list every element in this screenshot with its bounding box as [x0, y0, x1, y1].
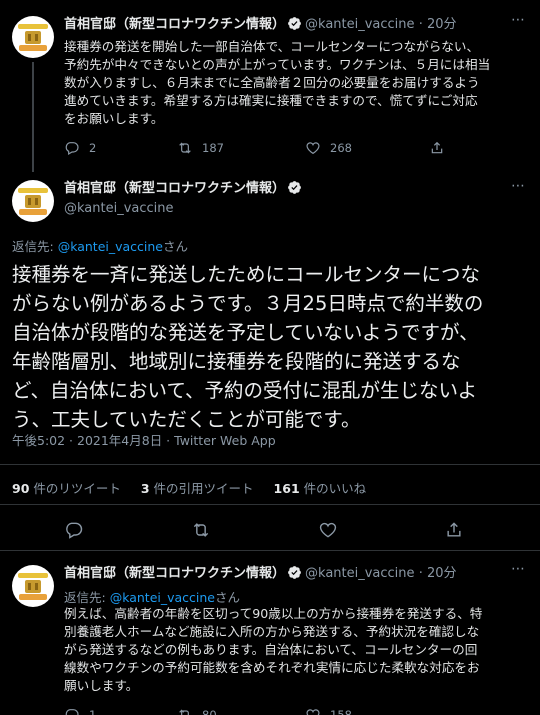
display-name[interactable]: 首相官邸（新型コロナワクチン情報）	[64, 181, 285, 196]
text-line: 数が入りますし、６月末までに全高齢者２回分の必要量をお届けするよう	[64, 75, 480, 90]
retweet-count: 80	[202, 708, 217, 715]
like-button[interactable]: 268	[305, 140, 352, 156]
tweet-header: 首相官邸（新型コロナワクチン情報） @kantei_vaccine · 20分	[64, 565, 457, 583]
tweet-stats: 90 件のリツイート 3 件の引用ツイート 161 件のいいね	[12, 478, 382, 497]
tweet-header: 首相官邸（新型コロナワクチン情報） @kantei_vaccine · 20分	[64, 16, 457, 34]
text-line: 接種券の発送を開始した一部自治体で、コールセンターにつながらない、	[64, 39, 480, 54]
reply-to-prefix: 返信先:	[64, 590, 110, 605]
retweet-button[interactable]: 80	[177, 707, 217, 715]
more-icon[interactable]: ⋯	[511, 178, 526, 194]
retweet-count: 187	[202, 141, 224, 155]
avatar-logo-band	[18, 24, 48, 29]
avatar-logo-band	[19, 209, 47, 215]
handle[interactable]: @kantei_vaccine	[64, 201, 174, 216]
like-icon[interactable]	[318, 520, 338, 540]
text-line: 自治体が段階的な発送を予定していないようですが、	[12, 321, 479, 344]
verified-badge-icon	[288, 17, 301, 30]
main-tweet-actions	[0, 520, 540, 540]
reply-icon	[65, 709, 79, 715]
reply-icon[interactable]	[64, 520, 84, 540]
avatar[interactable]	[12, 16, 54, 58]
tweet-3[interactable]: 首相官邸（新型コロナワクチン情報） @kantei_vaccine · 20分 ⋯…	[0, 551, 540, 715]
tweet-meta[interactable]: 午後5:02 · 2021年4月8日 · Twitter Web App	[12, 430, 276, 449]
separator-dot: ·	[418, 566, 423, 581]
more-icon[interactable]: ⋯	[511, 561, 526, 577]
reply-button[interactable]: 2	[64, 140, 96, 156]
text-line: 例えば、高齢者の年齢を区切って90歳以上の方から接種券を発送する、特	[64, 606, 483, 621]
text-line: 願いします。	[64, 678, 139, 693]
reply-button[interactable]: 1	[64, 707, 96, 715]
like-icon	[306, 709, 320, 715]
handle[interactable]: @kantei_vaccine	[305, 17, 415, 32]
retweet-icon	[179, 709, 189, 715]
retweet-icon	[179, 142, 191, 154]
like-count: 268	[330, 141, 352, 155]
quote-stat[interactable]: 3 件の引用ツイート	[141, 481, 254, 496]
avatar-logo-band	[19, 45, 47, 51]
text-line: 予約先が中々できないとの声が上がっています。ワクチンは、５月には相当	[64, 57, 491, 72]
timestamp[interactable]: 20分	[427, 566, 457, 581]
reply-to-suffix: さん	[163, 239, 189, 254]
reply-to-prefix: 返信先:	[12, 239, 58, 254]
main-tweet-text: 接種券を一斉に発送したためにコールセンターにつな がらない例があるようです。３月…	[12, 260, 532, 434]
avatar-logo-band	[19, 594, 47, 600]
avatar[interactable]	[12, 180, 54, 222]
share-icon[interactable]	[444, 520, 464, 540]
reply-count: 1	[89, 708, 97, 715]
like-icon	[306, 142, 320, 155]
like-stat[interactable]: 161 件のいいね	[274, 481, 367, 496]
text-line: をお願いします。	[64, 111, 164, 126]
reply-to: 返信先: @kantei_vaccineさん	[12, 236, 188, 255]
tweet-actions: 1 80 158	[64, 707, 474, 715]
display-name[interactable]: 首相官邸（新型コロナワクチン情報）	[64, 566, 285, 581]
avatar-logo-band	[18, 573, 48, 578]
text-line: 線数やワクチンの予約可能数を含めそれぞれ実情に応じた柔軟な対応をお	[64, 660, 480, 675]
avatar-seal	[25, 580, 41, 593]
verified-badge-icon	[288, 181, 301, 194]
like-count: 158	[330, 708, 352, 715]
avatar[interactable]	[12, 565, 54, 607]
retweet-stat[interactable]: 90 件のリツイート	[12, 481, 121, 496]
tweet-text: 例えば、高齢者の年齢を区切って90歳以上の方から接種券を発送する、特 別養護老人…	[64, 605, 524, 695]
reply-to: 返信先: @kantei_vaccineさん	[64, 587, 240, 606]
text-line: がらない例があるようです。３月25日時点で約半数の	[12, 292, 484, 315]
text-line: 別養護老人ホームなど施設に入所の方から発送する、予約状況を確認しな	[64, 624, 480, 639]
avatar-seal	[25, 195, 41, 208]
tweet-1[interactable]: 首相官邸（新型コロナワクチン情報） @kantei_vaccine · 20分 ⋯…	[0, 0, 540, 172]
text-line: 年齢階層別、地域別に接種券を段階的に発送するな	[12, 350, 461, 373]
like-button[interactable]: 158	[305, 707, 352, 715]
avatar-seal	[25, 31, 41, 44]
share-icon	[431, 141, 443, 154]
separator-dot: ·	[418, 17, 423, 32]
reply-to-suffix: さん	[215, 590, 241, 605]
timestamp[interactable]: 20分	[427, 17, 457, 32]
text-line: 進めていきます。希望する方は確実に接種できますので、慌てずにご対応	[64, 93, 478, 108]
divider	[0, 464, 540, 465]
text-line: ど、自治体において、予約の受付に混乱が生じないよ	[12, 379, 478, 402]
thread-line	[32, 62, 34, 172]
retweet-icon[interactable]	[191, 520, 211, 540]
more-icon[interactable]: ⋯	[511, 12, 526, 28]
reply-to-mention[interactable]: @kantei_vaccine	[110, 590, 215, 605]
retweet-button[interactable]: 187	[177, 140, 224, 156]
tweet-text: 接種券の発送を開始した一部自治体で、コールセンターにつながらない、 予約先が中々…	[64, 38, 524, 128]
display-name[interactable]: 首相官邸（新型コロナワクチン情報）	[64, 17, 285, 32]
main-tweet: 首相官邸（新型コロナワクチン情報） @kantei_vaccine ⋯ 返信先:…	[0, 172, 540, 550]
handle[interactable]: @kantei_vaccine	[305, 566, 415, 581]
reply-to-mention[interactable]: @kantei_vaccine	[58, 239, 163, 254]
text-line: 接種券を一斉に発送したためにコールセンターにつな	[12, 263, 481, 286]
handle-line: @kantei_vaccine	[64, 200, 174, 218]
tweet-header: 首相官邸（新型コロナワクチン情報）	[64, 180, 305, 198]
reply-icon	[65, 142, 79, 156]
reply-count: 2	[89, 141, 97, 155]
avatar-logo-band	[18, 188, 48, 193]
verified-badge-icon	[288, 566, 301, 579]
divider	[0, 504, 540, 505]
text-line: がら発送するなどの例もあります。自治体において、コールセンターの回	[64, 642, 478, 657]
tweet-actions: 2 187 268	[64, 140, 474, 158]
share-button[interactable]	[429, 140, 445, 156]
